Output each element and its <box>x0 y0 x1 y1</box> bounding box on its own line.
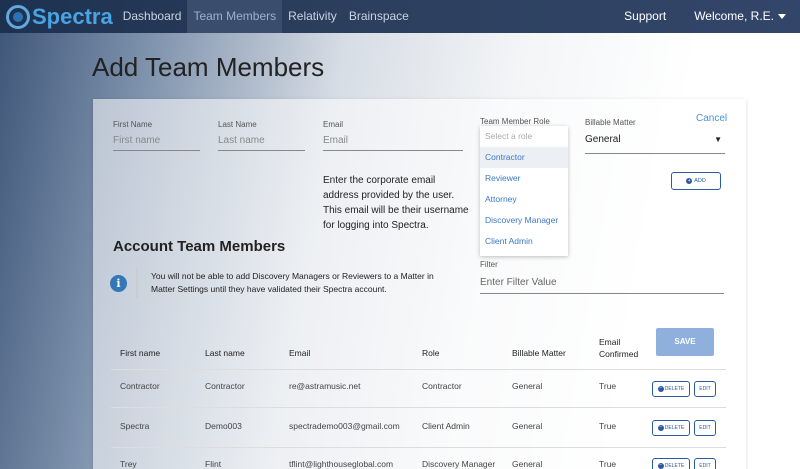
email-help-text: Enter the corporate email address provid… <box>323 175 469 231</box>
filter-label: Filter <box>480 260 498 269</box>
row-divider <box>111 407 726 408</box>
cell-email: re@astramusic.net <box>289 381 361 391</box>
section-title: Account Team Members <box>113 238 286 255</box>
role-dropdown-menu: Select a role Contractor Reviewer Attorn… <box>480 126 568 256</box>
info-divider <box>136 268 138 298</box>
last-name-label: Last Name <box>218 120 257 129</box>
delete-button[interactable]: − DELETE <box>652 458 690 469</box>
welcome-text: Welcome, R.E. <box>694 9 774 23</box>
brand[interactable]: Spectra <box>6 4 113 30</box>
edit-button[interactable]: EDIT <box>694 420 716 436</box>
role-option-client-admin[interactable]: Client Admin <box>480 231 568 252</box>
header-billable: Billable Matter <box>512 348 566 358</box>
role-option-attorney[interactable]: Attorney <box>480 189 568 210</box>
email-input[interactable]: Email <box>323 129 463 151</box>
header-role: Role <box>422 348 440 358</box>
edit-button[interactable]: EDIT <box>694 381 716 397</box>
role-placeholder: Select a role <box>485 131 533 141</box>
nav-dashboard[interactable]: Dashboard <box>117 0 188 33</box>
last-name-input[interactable]: Last name <box>218 129 305 151</box>
filter-field: Filter Enter Filter Value <box>480 260 724 294</box>
cell-billable: General <box>512 421 543 431</box>
cancel-link[interactable]: Cancel <box>696 113 727 124</box>
spectra-logo-icon <box>6 4 30 29</box>
first-name-field: First Name First name <box>113 120 200 151</box>
cell-confirmed: True <box>599 421 617 431</box>
edit-button[interactable]: EDIT <box>694 458 716 469</box>
cell-first-name: Trey <box>120 459 137 469</box>
first-name-input[interactable]: First name <box>113 129 200 151</box>
cell-billable: General <box>512 381 543 391</box>
add-button[interactable]: + ADD <box>671 172 721 190</box>
cell-first-name: Contractor <box>120 381 160 391</box>
info-icon: i <box>110 275 127 292</box>
nav-team-members[interactable]: Team Members <box>187 0 283 33</box>
header-email: Email <box>289 348 311 358</box>
cell-role: Client Admin <box>422 421 470 431</box>
row-divider <box>111 447 726 448</box>
nav-support[interactable]: Support <box>610 0 680 33</box>
billable-select[interactable]: General ▼ <box>585 134 725 154</box>
brand-name: Spectra <box>32 3 113 29</box>
role-option-discovery-manager[interactable]: Discovery Manager <box>480 210 568 231</box>
delete-button[interactable]: − DELETE <box>652 381 690 397</box>
save-button[interactable]: SAVE <box>656 328 714 356</box>
cell-last-name: Flint <box>205 459 222 469</box>
filter-input[interactable]: Enter Filter Value <box>480 269 724 294</box>
page-title: Add Team Members <box>92 52 325 82</box>
delete-button[interactable]: − DELETE <box>652 420 690 436</box>
cell-first-name: Spectra <box>120 421 150 431</box>
nav-relativity[interactable]: Relativity <box>282 0 343 33</box>
header-last-name: Last name <box>205 348 245 358</box>
delete-label: DELETE <box>664 463 685 469</box>
cell-role: Contractor <box>422 381 462 391</box>
email-label: Email <box>323 120 344 129</box>
top-navbar: Spectra Dashboard Team Members Relativit… <box>0 0 800 33</box>
billable-value: General <box>585 134 621 145</box>
header-first-name: First name <box>120 348 161 358</box>
cell-billable: General <box>512 459 543 469</box>
add-label: ADD <box>694 178 706 184</box>
header-email-confirmed: Email Confirmed <box>599 337 639 359</box>
cell-last-name: Demo003 <box>205 421 242 431</box>
plus-circle-icon: + <box>686 177 693 184</box>
delete-label: DELETE <box>664 425 685 431</box>
cell-confirmed: True <box>599 381 617 391</box>
cell-role: Discovery Manager <box>422 459 496 469</box>
cell-confirmed: True <box>599 459 617 469</box>
nav-brainspace[interactable]: Brainspace <box>343 0 415 33</box>
row-divider <box>111 369 726 370</box>
cell-email: spectrademo003@gmail.com <box>289 421 400 431</box>
delete-label: DELETE <box>664 386 685 392</box>
role-option-reviewer[interactable]: Reviewer <box>480 168 568 189</box>
last-name-field: Last Name Last name <box>218 120 305 151</box>
role-label: Team Member Role <box>480 117 550 126</box>
select-caret-icon: ▼ <box>714 135 722 144</box>
cell-last-name: Contractor <box>205 381 245 391</box>
minus-circle-icon: − <box>657 423 664 431</box>
user-menu[interactable]: Welcome, R.E. <box>680 0 800 33</box>
cell-email: tflint@lighthouseglobal.com <box>289 459 394 469</box>
first-name-label: First Name <box>113 120 153 129</box>
role-option-contractor[interactable]: Contractor <box>480 147 568 168</box>
info-text: You will not be able to add Discovery Ma… <box>151 271 434 294</box>
role-field: Team Member Role <box>480 117 570 126</box>
minus-circle-icon: − <box>657 384 664 392</box>
caret-down-icon <box>778 14 786 20</box>
email-field: Email Email <box>323 120 463 151</box>
minus-circle-icon: − <box>657 461 664 469</box>
